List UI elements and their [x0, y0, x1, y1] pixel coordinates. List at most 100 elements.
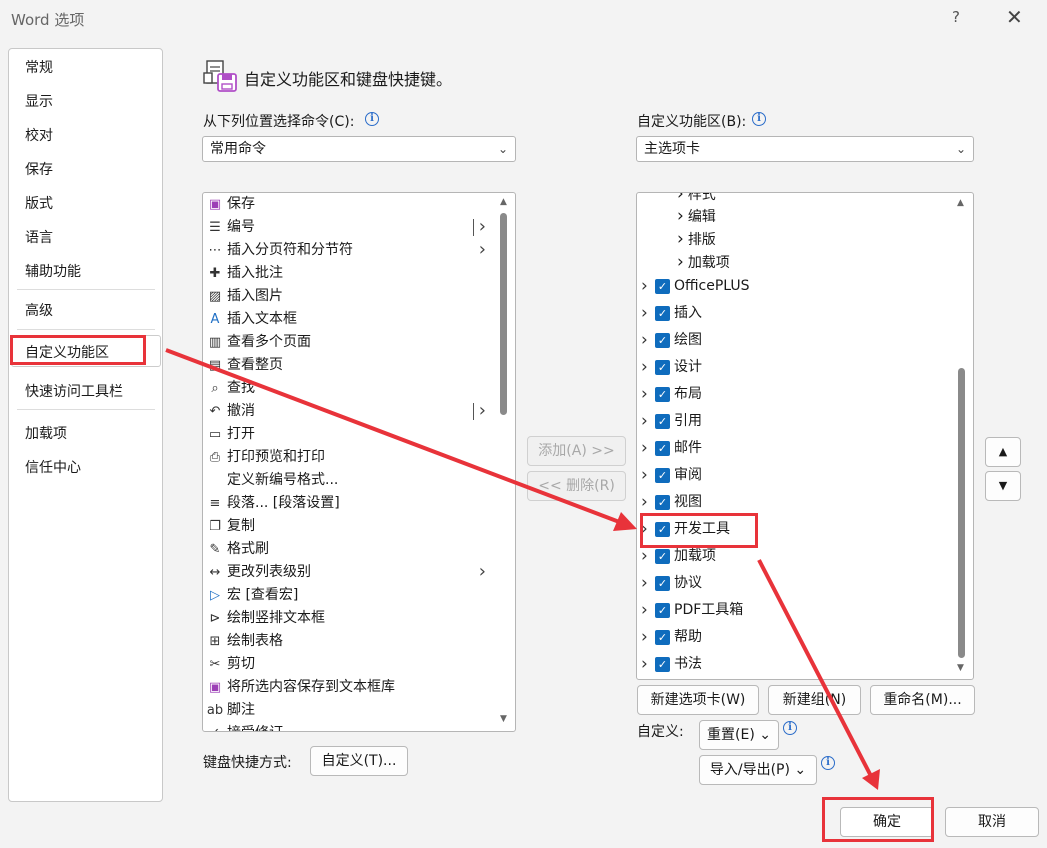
command-item[interactable]: ↔ 更改列表级别 › — [204, 561, 494, 584]
chevron-right-icon[interactable]: › — [641, 651, 648, 677]
command-item[interactable]: ☰ 编号 › — [204, 216, 494, 239]
nav-item-quick-access[interactable]: 快速访问工具栏 — [25, 381, 123, 401]
nav-item-typography[interactable]: 版式 — [25, 193, 53, 213]
nav-item-display[interactable]: 显示 — [25, 91, 53, 111]
ribbon-tab-item[interactable]: › ✓ PDF工具箱 — [638, 597, 950, 624]
checkbox[interactable]: ✓ — [655, 441, 670, 456]
ribbon-group-item[interactable]: › 排版 — [677, 228, 716, 251]
ribbon-tab-item[interactable]: › ✓ 开发工具 — [638, 516, 950, 543]
move-down-button[interactable]: ▼ — [985, 471, 1021, 501]
command-item[interactable]: ▤ 查看整页 — [204, 354, 494, 377]
close-icon[interactable]: ✕ — [1006, 5, 1023, 29]
chevron-right-icon[interactable]: › — [641, 381, 648, 407]
command-item[interactable]: ⌕ 查找 — [204, 377, 494, 400]
checkbox[interactable]: ✓ — [655, 387, 670, 402]
import-export-button[interactable]: 导入/导出(P) ⌄ — [699, 755, 817, 785]
chevron-right-icon[interactable]: › — [677, 193, 684, 204]
command-item[interactable]: ✎ 格式刷 — [204, 538, 494, 561]
scroll-up-icon[interactable]: ▲ — [500, 197, 507, 207]
chevron-right-icon[interactable]: › — [641, 408, 648, 434]
rename-button[interactable]: 重命名(M)... — [870, 685, 975, 715]
command-item[interactable]: ▨ 插入图片 — [204, 285, 494, 308]
command-item[interactable]: ▣ 将所选内容保存到文本框库 — [204, 676, 494, 699]
nav-item-proofing[interactable]: 校对 — [25, 125, 53, 145]
command-item[interactable]: A 插入文本框 — [204, 308, 494, 331]
ribbon-tab-item[interactable]: › ✓ 设计 — [638, 354, 950, 381]
checkbox[interactable]: ✓ — [655, 468, 670, 483]
command-item[interactable]: ▭ 打开 — [204, 423, 494, 446]
command-item[interactable]: ⊳ 绘制竖排文本框 — [204, 607, 494, 630]
checkbox[interactable]: ✓ — [655, 657, 670, 672]
ribbon-group-item[interactable]: › 样式 — [677, 193, 716, 206]
checkbox[interactable]: ✓ — [655, 279, 670, 294]
commands-list[interactable]: ▲ ▼ ▣ 保存 ☰ 编号 › ⋯ 插入分页符和分节符 › ✚ 插入批注 ▨ 插入图片 A 插入文本框 ▥ 查… — [202, 192, 516, 732]
chevron-right-icon[interactable]: › — [641, 597, 648, 623]
chevron-right-icon[interactable]: › — [641, 435, 648, 461]
info-icon[interactable]: i — [365, 112, 379, 126]
commands-scrollbar[interactable]: ▲ ▼ — [500, 193, 512, 731]
nav-item-trust-center[interactable]: 信任中心 — [25, 457, 81, 477]
command-item[interactable]: 定义新编号格式... — [204, 469, 494, 492]
scroll-down-icon[interactable]: ▼ — [500, 714, 507, 724]
ribbon-group-item[interactable]: › 编辑 — [677, 205, 716, 228]
command-item[interactable]: ✚ 插入批注 — [204, 262, 494, 285]
remove-button[interactable]: << 删除(R) — [527, 471, 626, 501]
chevron-right-icon[interactable]: › — [641, 570, 648, 596]
command-item[interactable]: ✂ 剪切 — [204, 653, 494, 676]
cancel-button[interactable]: 取消 — [945, 807, 1039, 837]
command-item[interactable]: ▣ 保存 — [204, 193, 494, 216]
command-item[interactable]: ≡ 段落... [段落设置] — [204, 492, 494, 515]
checkbox[interactable]: ✓ — [655, 333, 670, 348]
chevron-right-icon[interactable]: › — [677, 252, 684, 272]
scroll-thumb[interactable] — [500, 213, 507, 415]
chevron-right-icon[interactable]: › — [641, 327, 648, 353]
new-tab-button[interactable]: 新建选项卡(W) — [637, 685, 759, 715]
checkbox[interactable]: ✓ — [655, 360, 670, 375]
scroll-up-icon[interactable]: ▲ — [957, 198, 964, 208]
ribbon-tab-item[interactable]: › ✓ 协议 — [638, 570, 950, 597]
chevron-right-icon[interactable]: › — [677, 206, 684, 226]
command-item[interactable]: ▥ 查看多个页面 — [204, 331, 494, 354]
tree-scrollbar[interactable]: ▲ ▼ — [957, 193, 969, 679]
checkbox[interactable]: ✓ — [655, 603, 670, 618]
info-icon[interactable]: i — [752, 112, 766, 126]
scroll-thumb[interactable] — [958, 368, 965, 658]
ribbon-tab-item[interactable]: › ✓ OfficePLUS — [638, 273, 950, 300]
chevron-right-icon[interactable]: › — [641, 516, 648, 542]
move-up-button[interactable]: ▲ — [985, 437, 1021, 467]
chevron-right-icon[interactable]: › — [641, 354, 648, 380]
command-item[interactable]: ❐ 复制 — [204, 515, 494, 538]
info-icon[interactable]: i — [821, 756, 835, 770]
command-item[interactable]: ✓接受修订 — [204, 722, 494, 731]
checkbox[interactable]: ✓ — [655, 576, 670, 591]
command-item[interactable]: ↶ 撤消 › — [204, 400, 494, 423]
ribbon-tab-item[interactable]: › ✓ 引用 — [638, 408, 950, 435]
help-button[interactable]: ? — [952, 8, 960, 26]
ribbon-tab-item[interactable]: › ✓ 审阅 — [638, 462, 950, 489]
chevron-right-icon[interactable]: › — [677, 229, 684, 249]
command-item[interactable]: ⊞ 绘制表格 — [204, 630, 494, 653]
ok-button[interactable]: 确定 — [840, 807, 934, 837]
ribbon-tab-item[interactable]: › ✓ 加载项 — [638, 543, 950, 570]
ribbon-tabs-tree[interactable]: ▲ ▼ › 样式 › 编辑 › 排版 › 加载项 › ✓ OfficePLUS › ✓ 插入 › ✓ 绘图 › ✓ 设… — [636, 192, 974, 680]
ribbon-tab-item[interactable]: › ✓ 布局 — [638, 381, 950, 408]
scroll-down-icon[interactable]: ▼ — [957, 663, 964, 673]
checkbox[interactable]: ✓ — [655, 549, 670, 564]
chevron-right-icon[interactable]: › — [641, 624, 648, 650]
add-button[interactable]: 添加(A) >> — [527, 436, 626, 466]
ribbon-tab-item[interactable]: › ✓ 绘图 — [638, 327, 950, 354]
checkbox[interactable]: ✓ — [655, 414, 670, 429]
command-item[interactable]: ⎙ 打印预览和打印 — [204, 446, 494, 469]
info-icon[interactable]: i — [783, 721, 797, 735]
checkbox[interactable]: ✓ — [655, 522, 670, 537]
nav-item-addins[interactable]: 加载项 — [25, 423, 67, 443]
nav-item-language[interactable]: 语言 — [25, 227, 53, 247]
chevron-right-icon[interactable]: › — [641, 543, 648, 569]
command-item[interactable]: ⋯ 插入分页符和分节符 › — [204, 239, 494, 262]
checkbox[interactable]: ✓ — [655, 630, 670, 645]
ribbon-tab-item[interactable]: › ✓ 帮助 — [638, 624, 950, 651]
chevron-right-icon[interactable]: › — [641, 462, 648, 488]
reset-button[interactable]: 重置(E) ⌄ — [699, 720, 779, 750]
nav-item-advanced[interactable]: 高级 — [25, 300, 53, 320]
ribbon-group-item[interactable]: › 加载项 — [677, 251, 730, 274]
